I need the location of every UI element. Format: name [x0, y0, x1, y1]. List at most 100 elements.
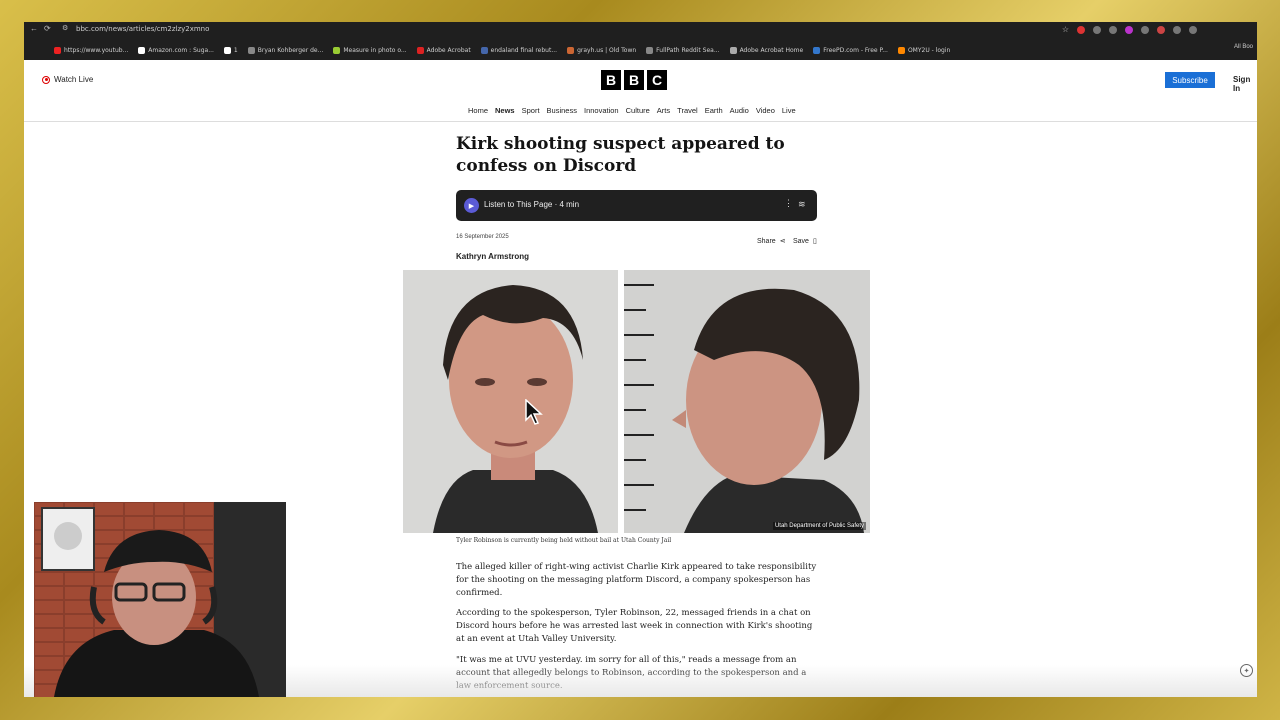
bookmark-label: Adobe Acrobat [426, 46, 471, 54]
back-icon[interactable]: ← [30, 24, 38, 33]
extension-icon[interactable] [1077, 26, 1085, 34]
bookmark[interactable]: https://www.youtub... [54, 43, 128, 57]
nav-home[interactable]: Home [468, 106, 488, 115]
more-options-icon[interactable]: ⋮ [784, 198, 793, 209]
bookmark[interactable]: 1 [223, 43, 238, 57]
accessibility-icon[interactable]: ✦ [1240, 664, 1253, 677]
bookmark-label: FullPath Reddit Sea... [656, 46, 720, 54]
acrobat-home-icon [729, 46, 737, 54]
omy-icon [897, 46, 905, 54]
extensions: ☆ [1062, 26, 1197, 34]
mugshot-front-photo [403, 270, 618, 533]
bookmark[interactable]: Measure in photo o... [333, 43, 407, 57]
bookmark-label: Adobe Acrobat Home [739, 46, 804, 54]
bookmark[interactable]: endaland final rebut... [480, 43, 558, 57]
mugshot-profile-photo: Utah Department of Public Safety [624, 270, 870, 533]
browser-window: ← ⟳ ⚙ bbc.com/news/articles/cm2zlzy2xmno… [24, 22, 1257, 697]
bookmark-star-icon[interactable]: ☆ [1062, 26, 1069, 34]
nav-live[interactable]: Live [782, 106, 796, 115]
nav-video[interactable]: Video [756, 106, 775, 115]
freepd-icon [813, 46, 821, 54]
logo-letter: B [601, 70, 621, 90]
extension-icon[interactable] [1125, 26, 1133, 34]
image-credit: Utah Department of Public Safety [772, 522, 866, 530]
bookmark-label: Amazon.com : Suga... [148, 46, 214, 54]
watch-live-label: Watch Live [54, 75, 94, 84]
article-paragraph: The alleged killer of right-wing activis… [456, 562, 817, 598]
main-nav: Home News Sport Business Innovation Cult… [468, 106, 796, 115]
nav-sport[interactable]: Sport [522, 106, 540, 115]
address-bar[interactable]: bbc.com/news/articles/cm2zlzy2xmno [76, 25, 209, 33]
waveform-icon[interactable]: ≋ [798, 199, 806, 210]
bookmark-label: Measure in photo o... [343, 46, 407, 54]
bookmark-icon: ▯ [812, 238, 817, 245]
webcam-illustration [34, 502, 286, 697]
share-label: Share [757, 237, 776, 245]
bbc-logo[interactable]: B B C [601, 70, 667, 90]
mugshot-front-illustration [403, 270, 618, 533]
watch-live-link[interactable]: Watch Live [42, 75, 93, 84]
site-icon [567, 46, 575, 54]
bookmark-label: endaland final rebut... [490, 46, 558, 54]
image-caption: Tyler Robinson is currently being held w… [456, 537, 672, 544]
extension-icon[interactable] [1109, 26, 1117, 34]
sign-in-link[interactable]: Sign In [1233, 75, 1257, 93]
measure-icon [333, 46, 341, 54]
bookmark-label: FreePD.com - Free P... [823, 46, 888, 54]
share-icon: ⋖ [779, 238, 786, 245]
bookmark-label: OMY2U - login [907, 46, 951, 54]
article-date: 16 September 2025 [456, 234, 509, 240]
save-button[interactable]: Save ▯ [793, 237, 817, 246]
nav-audio[interactable]: Audio [730, 106, 749, 115]
extension-icon[interactable] [1157, 26, 1165, 34]
browser-toolbar: ← ⟳ ⚙ bbc.com/news/articles/cm2zlzy2xmno… [24, 22, 1257, 60]
doc-icon [480, 46, 488, 54]
nav-business[interactable]: Business [547, 106, 577, 115]
share-button[interactable]: Share ⋖ [757, 237, 786, 246]
site-icon [646, 46, 654, 54]
bookmark[interactable]: Amazon.com : Suga... [138, 43, 214, 57]
nav-divider [24, 121, 1257, 122]
article-paragraph: According to the spokesperson, Tyler Rob… [456, 608, 813, 644]
youtube-icon [54, 46, 61, 54]
bookmark[interactable]: FreePD.com - Free P... [813, 43, 888, 57]
all-bookmarks[interactable]: All Boo [1234, 44, 1253, 50]
bookmark-label: https://www.youtub... [64, 46, 129, 54]
nav-news[interactable]: News [495, 106, 515, 115]
article-author: Kathryn Armstrong [456, 252, 530, 261]
nav-travel[interactable]: Travel [677, 106, 698, 115]
bookmark[interactable]: Adobe Acrobat [416, 43, 471, 57]
nav-arts[interactable]: Arts [657, 106, 670, 115]
amazon-icon [138, 46, 146, 54]
notion-icon [223, 46, 231, 54]
live-icon [42, 75, 50, 84]
mouse-cursor-icon [525, 399, 543, 425]
extension-icon[interactable] [1141, 26, 1149, 34]
logo-letter: C [647, 70, 667, 90]
bookmark[interactable]: OMY2U - login [897, 43, 951, 57]
nav-culture[interactable]: Culture [626, 106, 650, 115]
globe-icon [247, 46, 255, 54]
bookmark[interactable]: FullPath Reddit Sea... [646, 43, 720, 57]
bookmarks-bar: https://www.youtub... Amazon.com : Suga.… [54, 43, 950, 57]
download-icon[interactable] [1189, 26, 1197, 34]
extension-icon[interactable] [1173, 26, 1181, 34]
bookmark-label: Bryan Kohberger de... [257, 46, 324, 54]
play-icon[interactable]: ▶ [464, 198, 479, 213]
bookmark-label: grayh.us | Old Town [577, 46, 637, 54]
subscribe-button[interactable]: Subscribe [1165, 72, 1215, 88]
logo-letter: B [624, 70, 644, 90]
extension-icon[interactable] [1093, 26, 1101, 34]
bookmark[interactable]: Bryan Kohberger de... [247, 43, 324, 57]
reload-icon[interactable]: ⟳ [44, 24, 51, 33]
bookmark[interactable]: Adobe Acrobat Home [729, 43, 804, 57]
nav-innovation[interactable]: Innovation [584, 106, 619, 115]
mugshot-profile-illustration [624, 270, 870, 533]
nav-earth[interactable]: Earth [705, 106, 723, 115]
article-headline: Kirk shooting suspect appeared to confes… [456, 134, 785, 176]
acrobat-icon [416, 46, 424, 54]
site-info-icon[interactable]: ⚙ [62, 24, 68, 32]
bookmark[interactable]: grayh.us | Old Town [567, 43, 636, 57]
player-label: Listen to This Page · 4 min [484, 200, 580, 209]
audio-player[interactable]: ▶ Listen to This Page · 4 min ⋮ ≋ [456, 190, 817, 221]
